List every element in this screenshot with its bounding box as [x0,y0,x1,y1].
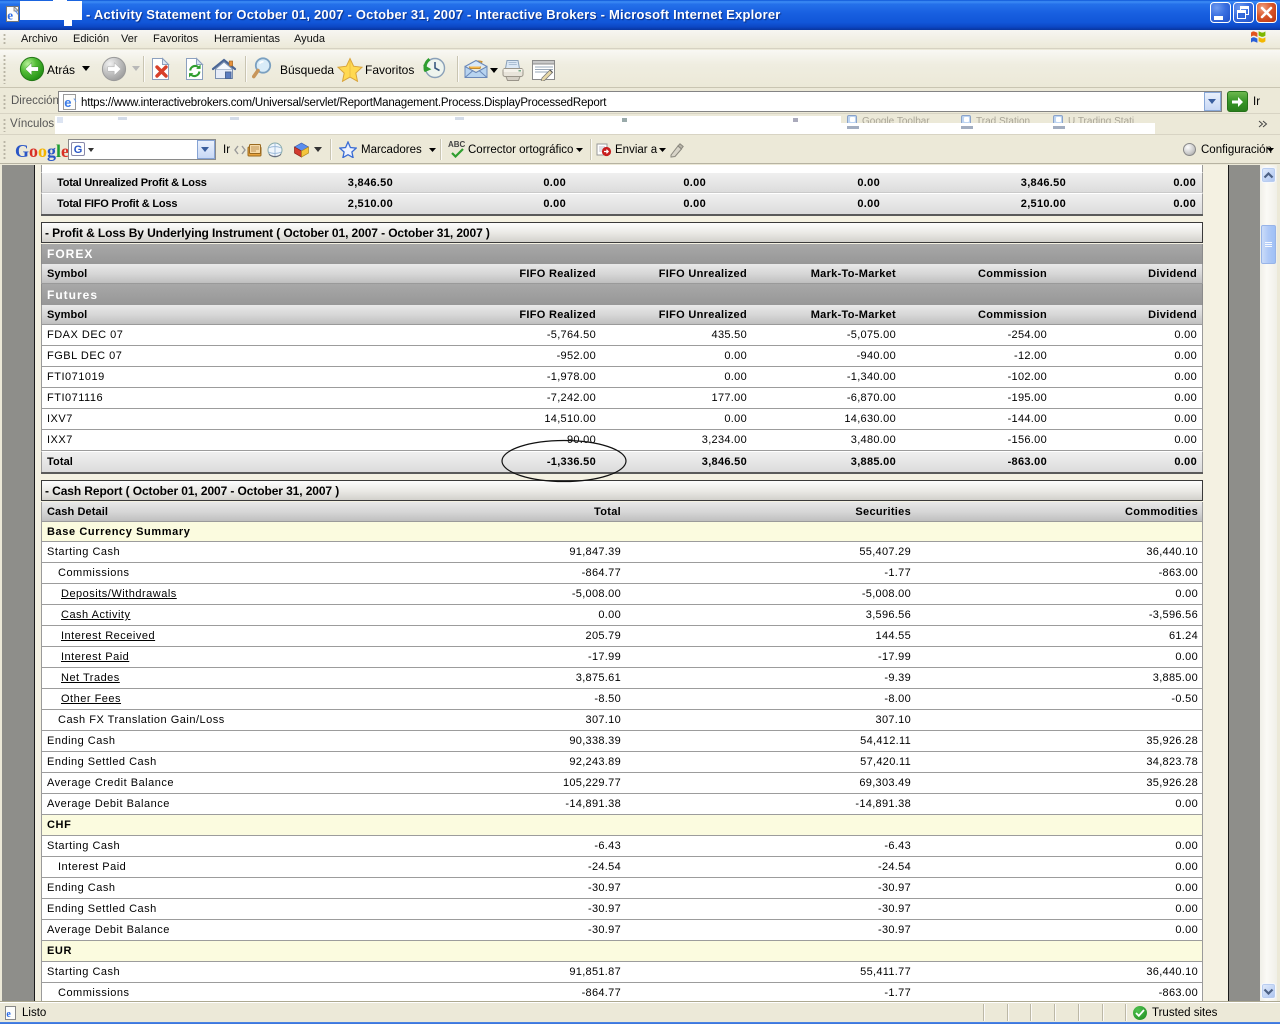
svg-text:e: e [6,1009,11,1020]
svg-text:e: e [64,95,71,110]
svg-text:e: e [7,8,13,23]
